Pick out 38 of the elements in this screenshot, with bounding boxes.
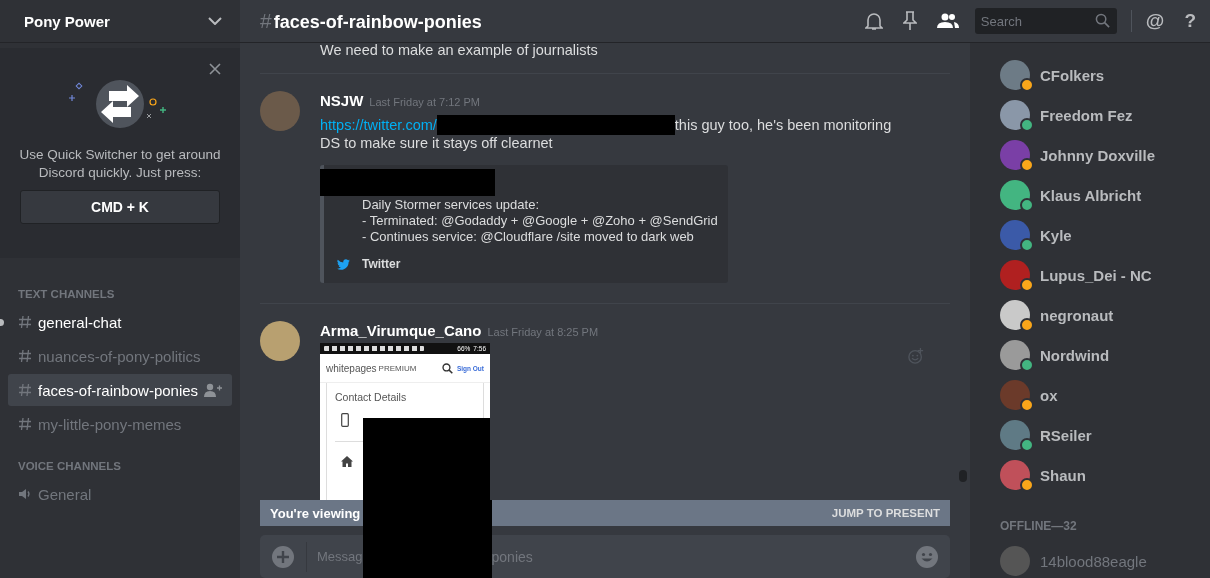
help-button[interactable]: ? — [1184, 10, 1196, 32]
channel-hash: # — [260, 9, 272, 33]
member-item[interactable]: Klaus Albricht — [1000, 175, 1210, 215]
author-name[interactable]: Arma_Virumque_Cano — [320, 322, 482, 339]
channel-item[interactable]: general-chat — [8, 306, 232, 338]
server-name[interactable]: Pony Power — [24, 12, 110, 30]
section-title: Contact Details — [335, 391, 408, 403]
banner-text: You're viewing — [270, 505, 361, 521]
link[interactable]: https://twitter.com/ — [320, 117, 437, 133]
member-item[interactable]: Kyle — [1000, 215, 1210, 255]
member-item[interactable]: Lupus_Dei - NC — [1000, 255, 1210, 295]
tier-label: PREMIUM — [378, 363, 417, 373]
quick-switcher-text: Use Quick Switcher to get around Discord quickly. Just press: — [18, 146, 222, 182]
member-item[interactable]: CFolkers — [1000, 55, 1210, 95]
timestamp: Last Friday at 7:12 PM — [369, 96, 480, 108]
embed-provider: Twitter — [362, 257, 401, 271]
member-item[interactable]: Johnny Doxville — [1000, 135, 1210, 175]
member-item[interactable]: ox — [1000, 375, 1210, 415]
brand-name: whitepages — [326, 362, 377, 374]
offline-title: OFFLINE—32 — [1000, 519, 1078, 533]
member-item[interactable]: Freedom Fez — [1000, 95, 1210, 135]
shortcut-button[interactable]: CMD + K — [20, 190, 220, 224]
timestamp: Last Friday at 8:25 PM — [487, 326, 599, 338]
message-text: https://twitter.com/ this guy too, he's been monitoring DS to make sure it stays off clearnet — [320, 115, 893, 152]
embed-text: Daily Stormer services update: — [362, 197, 539, 213]
member-item[interactable]: RSeiler — [1000, 415, 1210, 455]
message-text: We need to make an example of journalists — [320, 42, 598, 59]
author-name[interactable]: NSJW — [320, 92, 364, 109]
embed-text: - Continues service: @Cloudflare /site moved to dark web — [362, 229, 694, 245]
member-item[interactable]: Nordwind — [1000, 335, 1210, 375]
member-item[interactable]: Shaun — [1000, 455, 1210, 495]
channel-title: faces-of-rainbow-ponies — [273, 12, 482, 33]
jump-to-present-link[interactable]: JUMP TO PRESENT — [831, 507, 940, 519]
search-field[interactable]: Search — [974, 8, 1117, 34]
embed-text: - Terminated: @Godaddy + @Google + @Zoho + @SendGrid — [362, 213, 718, 229]
channel-item[interactable]: faces-of-rainbow-ponies — [8, 374, 232, 406]
member-item[interactable]: negronaut — [1000, 295, 1210, 335]
mentions-button[interactable]: @ — [1145, 10, 1165, 32]
